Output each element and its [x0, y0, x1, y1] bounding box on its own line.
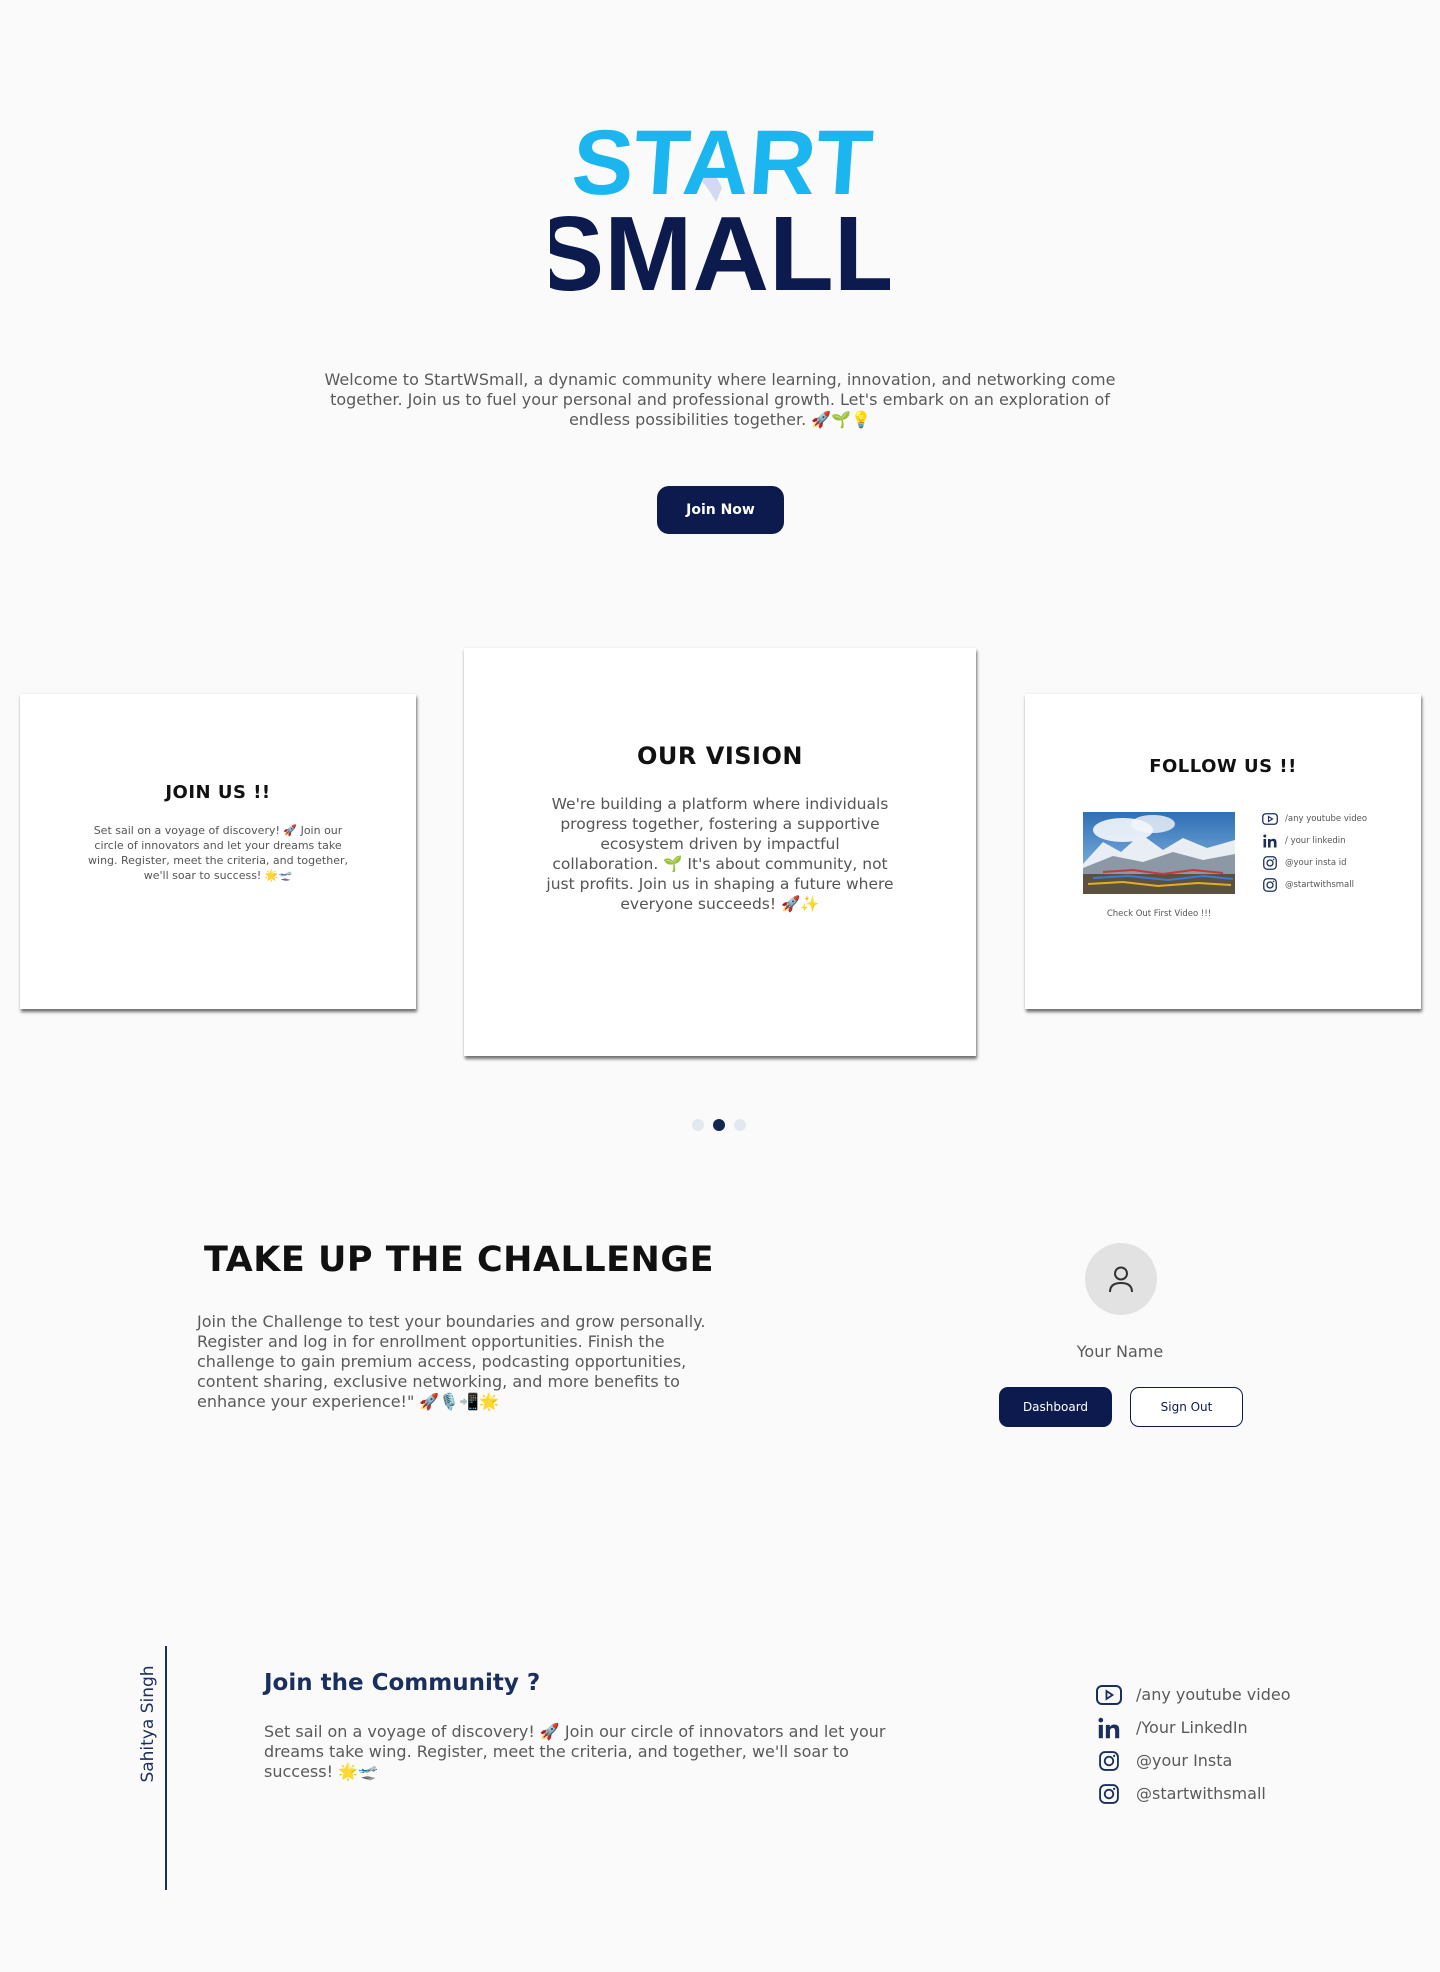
instagram-icon	[1094, 1746, 1124, 1776]
join-us-card[interactable]: JOIN US !! Set sail on a voyage of disco…	[20, 694, 416, 1009]
user-icon	[1109, 1266, 1133, 1293]
carousel-dot-2[interactable]	[713, 1119, 725, 1131]
youtube-icon	[1094, 1680, 1124, 1710]
join-now-button[interactable]: Join Now	[657, 486, 784, 534]
our-vision-text: We're building a platform where individu…	[546, 795, 894, 913]
user-name: Your Name	[1076, 1342, 1164, 1361]
instagram-icon	[1261, 854, 1279, 872]
follow-link-label: @startwithsmall	[1285, 880, 1354, 890]
footer-title: Join the Community ?	[264, 1670, 541, 1696]
follow-link-label: /any youtube video	[1285, 814, 1368, 824]
our-vision-title: OUR VISION	[637, 742, 803, 770]
sign-out-button[interactable]: Sign Out	[1130, 1387, 1243, 1427]
footer-text: Set sail on a voyage of discovery! 🚀 Joi…	[264, 1722, 886, 1781]
linkedin-icon	[1094, 1713, 1124, 1743]
follow-link-label: / your linkedin	[1285, 836, 1346, 846]
follow-link-instagram-startwithsmall[interactable]: @startwithsmall	[1261, 874, 1367, 896]
follow-link-label: @your insta id	[1285, 858, 1347, 868]
footer-author-name: Sahitya Singh	[138, 1665, 158, 1783]
join-us-text: Set sail on a voyage of discovery! 🚀 Joi…	[88, 824, 348, 882]
footer-link-youtube[interactable]: /any youtube video	[1094, 1678, 1291, 1711]
footer-link-label: @your Insta	[1136, 1751, 1233, 1770]
follow-us-title: FOLLOW US !!	[1149, 756, 1297, 777]
dashboard-button[interactable]: Dashboard	[999, 1387, 1112, 1427]
footer-link-label: @startwithsmall	[1136, 1784, 1266, 1803]
join-us-title: JOIN US !!	[165, 782, 271, 803]
footer-link-label: /any youtube video	[1136, 1685, 1291, 1704]
youtube-icon	[1261, 810, 1279, 828]
footer-link-label: /Your LinkedIn	[1136, 1718, 1248, 1737]
follow-us-card[interactable]: FOLLOW US !! Check Out First Video !!! /…	[1025, 694, 1421, 1009]
instagram-icon	[1094, 1779, 1124, 1809]
follow-link-youtube[interactable]: /any youtube video	[1261, 808, 1367, 830]
carousel-dots	[692, 1119, 746, 1131]
avatar[interactable]	[1085, 1243, 1157, 1315]
footer-link-instagram[interactable]: @your Insta	[1094, 1744, 1291, 1777]
start-small-logo: START SMALL	[0, 110, 1440, 310]
follow-links: /any youtube video / your linkedin @your…	[1261, 808, 1367, 896]
video-thumbnail[interactable]	[1083, 812, 1235, 894]
carousel-dot-1[interactable]	[692, 1119, 704, 1131]
footer-links: /any youtube video /Your LinkedIn @your …	[1094, 1678, 1291, 1810]
follow-link-instagram[interactable]: @your insta id	[1261, 852, 1367, 874]
follow-link-linkedin[interactable]: / your linkedin	[1261, 830, 1367, 852]
video-caption: Check Out First Video !!!	[1106, 909, 1212, 919]
our-vision-card[interactable]: OUR VISION We're building a platform whe…	[464, 648, 976, 1056]
footer-author: Sahitya Singh	[132, 1659, 164, 1789]
linkedin-icon	[1261, 832, 1279, 850]
footer-link-instagram-startwithsmall[interactable]: @startwithsmall	[1094, 1777, 1291, 1810]
instagram-icon	[1261, 876, 1279, 894]
welcome-text: Welcome to StartWSmall, a dynamic commun…	[324, 370, 1116, 429]
carousel-dot-3[interactable]	[734, 1119, 746, 1131]
challenge-title: TAKE UP THE CHALLENGE	[204, 1240, 714, 1280]
challenge-text: Join the Challenge to test your boundari…	[197, 1312, 706, 1411]
footer-divider	[165, 1646, 167, 1890]
footer-link-linkedin[interactable]: /Your LinkedIn	[1094, 1711, 1291, 1744]
logo-line-small: SMALL	[550, 195, 890, 300]
